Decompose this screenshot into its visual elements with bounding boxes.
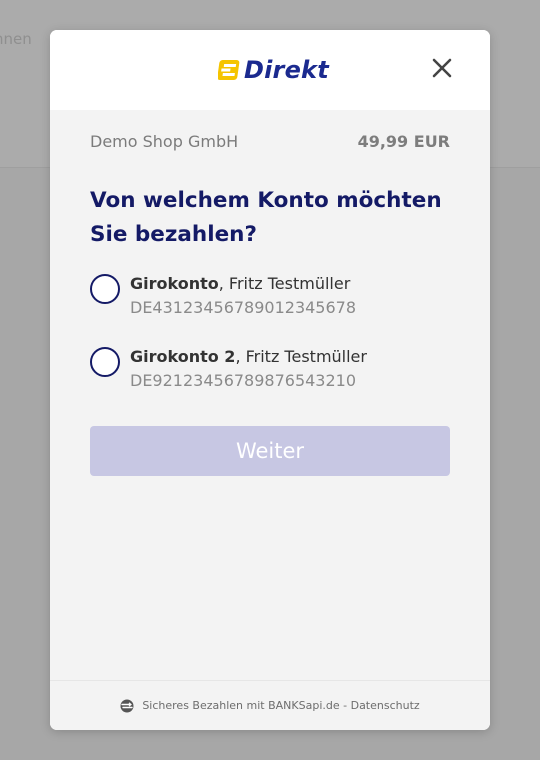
logo-text: Direkt	[244, 56, 329, 84]
payment-amount: 49,99 EUR	[357, 132, 450, 151]
merchant-name: Demo Shop GmbH	[90, 132, 239, 151]
account-name: Girokonto 2	[130, 347, 236, 366]
euro-e-logo-icon	[218, 60, 240, 80]
payment-modal: Direkt Demo Shop GmbH 49,99 EUR Von welc…	[50, 30, 490, 730]
account-iban: DE43123456789012345678	[130, 298, 357, 317]
account-details: Girokonto 2, Fritz Testmüller DE92123456…	[130, 345, 367, 393]
modal-footer: Sicheres Bezahlen mit BANKSapi.de - Date…	[50, 680, 490, 730]
continue-button[interactable]: Weiter	[90, 426, 450, 476]
merchant-row: Demo Shop GmbH 49,99 EUR	[90, 132, 450, 151]
privacy-link[interactable]: Datenschutz	[351, 699, 420, 712]
account-radio[interactable]	[90, 347, 120, 377]
modal-header: Direkt	[50, 30, 490, 110]
close-icon	[432, 58, 452, 78]
account-option-girokonto[interactable]: Girokonto, Fritz Testmüller DE4312345678…	[90, 272, 460, 320]
backdrop-text: hnen	[0, 30, 32, 48]
account-option-girokonto-2[interactable]: Girokonto 2, Fritz Testmüller DE92123456…	[90, 345, 460, 393]
account-question: Von welchem Konto möchten Sie bezahlen?	[90, 188, 442, 247]
account-line: Girokonto, Fritz Testmüller	[130, 272, 356, 296]
account-radio[interactable]	[90, 274, 120, 304]
account-details: Girokonto, Fritz Testmüller DE4312345678…	[130, 272, 356, 320]
footer-text: Sicheres Bezahlen mit BANKSapi.de	[142, 699, 340, 712]
direkt-logo: Direkt	[218, 56, 329, 84]
account-iban: DE92123456789876543210	[130, 371, 357, 390]
account-owner: , Fritz Testmüller	[235, 347, 367, 366]
account-owner: , Fritz Testmüller	[218, 274, 351, 293]
account-name: Girokonto	[130, 274, 219, 293]
banksapi-icon	[120, 699, 134, 712]
modal-body: Demo Shop GmbH 49,99 EUR Von welchem Kon…	[50, 110, 490, 680]
close-button[interactable]	[430, 56, 454, 80]
footer-separator: -	[339, 699, 351, 712]
account-line: Girokonto 2, Fritz Testmüller	[130, 345, 367, 369]
